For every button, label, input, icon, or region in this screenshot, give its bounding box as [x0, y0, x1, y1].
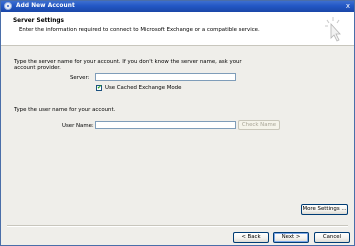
- cancel-button[interactable]: Cancel: [314, 232, 350, 243]
- close-icon[interactable]: x: [344, 2, 352, 10]
- check-name-button[interactable]: Check Name: [238, 120, 280, 130]
- username-label: User Name:: [62, 123, 94, 129]
- footer-divider: [7, 225, 348, 227]
- page-title: Server Settings: [13, 18, 64, 24]
- page-description: Enter the information required to connec…: [19, 27, 260, 33]
- window-title: Add New Account: [16, 3, 75, 9]
- username-instruction: Type the user name for your account.: [14, 107, 116, 113]
- add-new-account-dialog: Add New Account x Server Settings Enter …: [0, 0, 355, 246]
- account-wizard-icon: [4, 2, 12, 10]
- server-input[interactable]: [95, 73, 236, 81]
- back-button[interactable]: < Back: [233, 232, 269, 243]
- wizard-header: Server Settings Enter the information re…: [1, 12, 354, 46]
- cached-mode-label: Use Cached Exchange Mode: [105, 85, 182, 91]
- server-label: Server:: [70, 75, 90, 81]
- server-instruction-line2: account provider.: [14, 65, 61, 71]
- username-input[interactable]: [95, 121, 236, 129]
- checkmark-icon: ✔: [97, 84, 103, 91]
- cached-mode-checkbox[interactable]: ✔: [96, 84, 103, 91]
- title-bar: Add New Account x: [1, 1, 354, 12]
- more-settings-button[interactable]: More Settings ...: [301, 204, 348, 215]
- wizard-cursor-icon: [325, 17, 341, 42]
- next-button[interactable]: Next >: [273, 232, 309, 243]
